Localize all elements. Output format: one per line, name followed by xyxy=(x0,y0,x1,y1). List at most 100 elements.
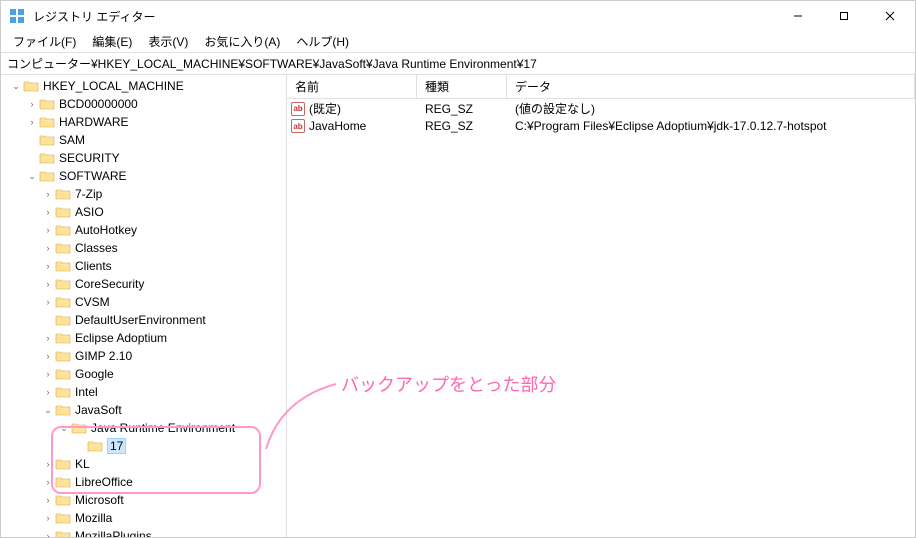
expander-icon[interactable]: › xyxy=(41,475,55,489)
app-icon xyxy=(9,8,25,24)
tree-node-label: Eclipse Adoptium xyxy=(75,331,167,345)
menu-help[interactable]: ヘルプ(H) xyxy=(288,31,357,52)
expander-icon[interactable]: › xyxy=(25,115,39,129)
folder-icon xyxy=(23,79,39,93)
folder-icon xyxy=(39,169,55,183)
expander-icon[interactable]: ⌄ xyxy=(9,79,23,93)
folder-icon xyxy=(39,97,55,111)
string-value-icon: ab xyxy=(291,119,305,133)
tree-node[interactable]: ⌄ HKEY_LOCAL_MACHINE xyxy=(1,77,286,95)
tree-node[interactable]: ⌄ SOFTWARE xyxy=(1,167,286,185)
value-name: (既定) xyxy=(309,100,341,117)
folder-icon xyxy=(55,313,71,327)
tree-node[interactable]: › Eclipse Adoptium xyxy=(1,329,286,347)
address-path[interactable]: コンピューター¥HKEY_LOCAL_MACHINE¥SOFTWARE¥Java… xyxy=(7,55,909,72)
col-data-header[interactable]: データ xyxy=(507,75,915,98)
tree-node-label: 17 xyxy=(107,439,126,453)
folder-icon xyxy=(39,115,55,129)
maximize-button[interactable] xyxy=(821,1,867,31)
title-bar: レジストリ エディター xyxy=(1,1,915,31)
tree-node-label: CoreSecurity xyxy=(75,277,144,291)
expander-icon[interactable]: › xyxy=(41,277,55,291)
tree-node[interactable]: ›ASIO xyxy=(1,203,286,221)
tree-node[interactable]: ›MozillaPlugins xyxy=(1,527,286,537)
close-button[interactable] xyxy=(867,1,913,31)
tree-node-label: 7-Zip xyxy=(75,187,102,201)
expander-icon[interactable]: › xyxy=(41,241,55,255)
tree-node[interactable]: › Intel xyxy=(1,383,286,401)
tree-node[interactable]: DefaultUserEnvironment xyxy=(1,311,286,329)
folder-icon xyxy=(55,385,71,399)
menu-favorites[interactable]: お気に入り(A) xyxy=(196,31,288,52)
tree-node[interactable]: › Google xyxy=(1,365,286,383)
tree-node-label: Google xyxy=(75,367,114,381)
value-data: C:¥Program Files¥Eclipse Adoptium¥jdk-17… xyxy=(507,119,915,133)
expander-icon[interactable]: › xyxy=(41,529,55,537)
tree-node-label: SOFTWARE xyxy=(59,169,127,183)
tree-pane[interactable]: ⌄ HKEY_LOCAL_MACHINE ›BCD00000000›HARDWARE… xyxy=(1,75,287,537)
value-type: REG_SZ xyxy=(417,119,507,133)
tree-node[interactable]: ⌄ JavaSoft xyxy=(1,401,286,419)
expander-icon[interactable]: › xyxy=(41,259,55,273)
tree-node[interactable]: › CVSM xyxy=(1,293,286,311)
minimize-button[interactable] xyxy=(775,1,821,31)
expander-icon[interactable]: › xyxy=(41,367,55,381)
folder-icon xyxy=(55,223,71,237)
value-data: (値の設定なし) xyxy=(507,100,915,117)
menu-file[interactable]: ファイル(F) xyxy=(5,31,84,52)
list-row[interactable]: ab(既定)REG_SZ(値の設定なし) xyxy=(287,99,915,118)
tree-node[interactable]: ›Microsoft xyxy=(1,491,286,509)
expander-icon[interactable]: › xyxy=(41,493,55,507)
folder-icon xyxy=(55,295,71,309)
tree-node[interactable]: 17 xyxy=(1,437,286,455)
window-controls xyxy=(775,1,913,31)
tree-node-label: Mozilla xyxy=(75,511,112,525)
menu-view[interactable]: 表示(V) xyxy=(140,31,196,52)
expander-icon[interactable]: › xyxy=(41,187,55,201)
expander-icon[interactable]: › xyxy=(41,223,55,237)
tree-node[interactable]: ›KL xyxy=(1,455,286,473)
menu-bar: ファイル(F) 編集(E) 表示(V) お気に入り(A) ヘルプ(H) xyxy=(1,31,915,53)
tree-node[interactable]: ›LibreOffice xyxy=(1,473,286,491)
tree-node-label: CVSM xyxy=(75,295,110,309)
tree-node[interactable]: › 7-Zip xyxy=(1,185,286,203)
tree-node-label: Intel xyxy=(75,385,98,399)
list-rows: ab (既定) REG_SZ(値の設定なし)abJavaHomeREG_SZC:¥P… xyxy=(287,99,915,537)
tree-node-label: HKEY_LOCAL_MACHINE xyxy=(43,79,184,93)
folder-icon xyxy=(55,511,71,525)
expander-icon[interactable]: › xyxy=(41,457,55,471)
tree-node[interactable]: ›Clients xyxy=(1,257,286,275)
tree-node[interactable]: › CoreSecurity xyxy=(1,275,286,293)
expander-icon[interactable]: › xyxy=(41,349,55,363)
col-name-header[interactable]: 名前 xyxy=(287,75,417,98)
folder-icon xyxy=(55,403,71,417)
folder-icon xyxy=(55,259,71,273)
folder-icon xyxy=(55,349,71,363)
tree-node[interactable]: SAM xyxy=(1,131,286,149)
tree-node-label: Java Runtime Environment xyxy=(91,421,235,435)
col-type-header[interactable]: 種類 xyxy=(417,75,507,98)
string-value-icon: ab xyxy=(291,102,305,116)
expander-icon[interactable]: › xyxy=(41,385,55,399)
menu-edit[interactable]: 編集(E) xyxy=(84,31,140,52)
tree-node[interactable]: ›BCD00000000 xyxy=(1,95,286,113)
tree-node[interactable]: SECURITY xyxy=(1,149,286,167)
expander-icon[interactable]: › xyxy=(25,97,39,111)
expander-icon[interactable]: › xyxy=(41,511,55,525)
expander-icon[interactable]: › xyxy=(41,295,55,309)
expander-icon[interactable]: ⌄ xyxy=(41,403,55,417)
expander-icon[interactable]: › xyxy=(41,331,55,345)
expander-icon[interactable]: › xyxy=(41,205,55,219)
tree-node[interactable]: ›HARDWARE xyxy=(1,113,286,131)
expander-icon[interactable]: ⌄ xyxy=(25,169,39,183)
tree-node[interactable]: › Classes xyxy=(1,239,286,257)
tree-node-label: Classes xyxy=(75,241,118,255)
tree-node[interactable]: ›GIMP 2.10 xyxy=(1,347,286,365)
expander-icon[interactable]: ⌄ xyxy=(57,421,71,435)
tree-node-label: JavaSoft xyxy=(75,403,122,417)
tree-node-label: AutoHotkey xyxy=(75,223,137,237)
tree-node[interactable]: › AutoHotkey xyxy=(1,221,286,239)
list-row[interactable]: abJavaHomeREG_SZC:¥Program Files¥Eclipse… xyxy=(287,118,915,134)
tree-node[interactable]: ⌄ Java Runtime Environment xyxy=(1,419,286,437)
tree-node[interactable]: › Mozilla xyxy=(1,509,286,527)
